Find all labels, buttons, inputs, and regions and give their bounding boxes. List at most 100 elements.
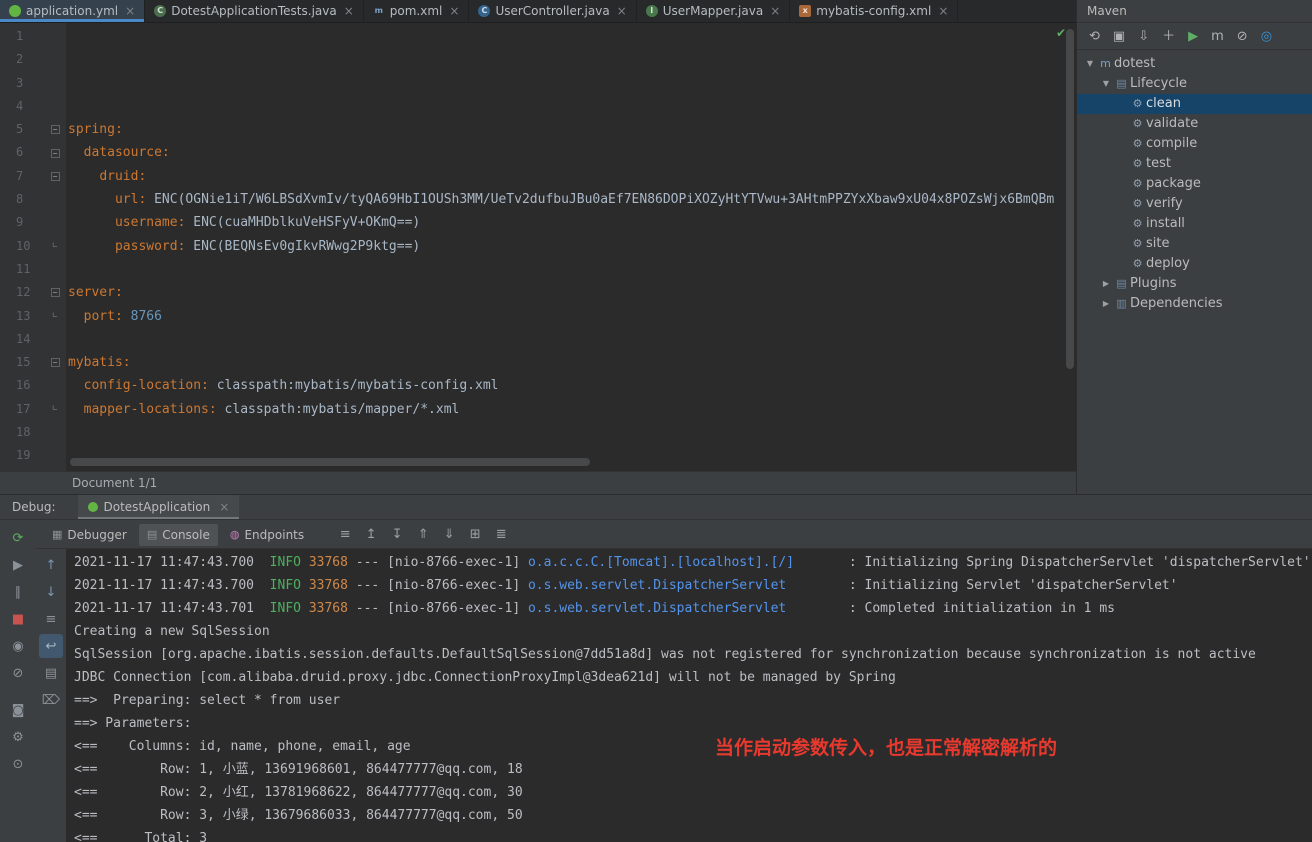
console-output[interactable]: 2021-11-17 11:47:43.700 INFO 33768 --- [… <box>66 549 1312 842</box>
close-tab-icon[interactable]: × <box>449 4 459 18</box>
spring-boot-icon <box>9 5 21 17</box>
move-down-icon[interactable]: ↧ <box>386 527 408 542</box>
maven-goal-test[interactable]: ⚙ test <box>1077 154 1312 174</box>
view-breakpoints-icon[interactable]: ◉ <box>6 634 30 658</box>
fold-collapse-icon[interactable]: − <box>50 148 60 158</box>
move-up-icon[interactable]: ↥ <box>360 527 382 542</box>
debug-tab-console[interactable]: ▤ Console <box>138 523 218 546</box>
inspection-ok-icon[interactable]: ✔ <box>1056 26 1066 40</box>
close-tab-icon[interactable]: × <box>770 4 780 18</box>
generate-sources-icon[interactable]: ▣ <box>1113 30 1125 43</box>
fold-end-icon[interactable]: ∟ <box>52 305 57 328</box>
pause-program-icon[interactable]: ∥ <box>6 580 30 604</box>
grid-layout-icon[interactable]: ⊞ <box>464 527 486 542</box>
refresh-maven-icon[interactable]: ⟲ <box>1089 30 1100 43</box>
code-text: password: ENC(BEQNsEv0gIkvRWwg2P9ktg==) <box>66 235 420 258</box>
editor-lines[interactable]: 1 2 3 4 5− spring: 6− datasource: 7− druid: 8 ur… <box>0 25 1066 471</box>
editor-tab[interactable]: I UserMapper.java × <box>637 0 791 22</box>
code-text: spring: <box>66 118 123 141</box>
editor-tab[interactable]: C UserController.java × <box>469 0 637 22</box>
tree-expand-icon[interactable]: ▼ <box>1099 74 1113 94</box>
line-number: 5 <box>16 122 24 137</box>
maven-goal-deploy[interactable]: ⚙ deploy <box>1077 254 1312 274</box>
tree-expand-icon[interactable]: ▶ <box>1099 294 1113 314</box>
debug-tab-debugger[interactable]: ▦ Debugger <box>44 524 135 546</box>
rerun-debug-icon[interactable]: ⟳ <box>6 526 30 550</box>
editor[interactable]: 1 2 3 4 5− spring: 6− datasource: 7− druid: 8 ur… <box>0 23 1076 494</box>
close-tab-icon[interactable]: × <box>617 4 627 18</box>
maven-settings-icon[interactable]: ◎ <box>1261 30 1272 43</box>
console-segment: INFO <box>269 601 301 616</box>
fold-collapse-icon[interactable]: − <box>50 288 60 298</box>
fold-marker <box>44 72 66 95</box>
editor-tab[interactable]: m pom.xml × <box>364 0 470 22</box>
editor-vertical-scrollbar[interactable] <box>1066 29 1074 369</box>
debug-session-tab[interactable]: DotestApplication × <box>77 495 240 519</box>
fold-marker[interactable]: − <box>44 351 66 374</box>
pin-tab-icon[interactable]: ⊙ <box>6 752 30 776</box>
code-segment: druid: <box>99 168 147 184</box>
tree-expand-icon[interactable]: ▼ <box>1083 54 1097 74</box>
print-console-icon[interactable]: ▤ <box>39 661 63 685</box>
console-segment: <== Row: 1, 小蓝, 13691968601, 864477777@q… <box>74 762 523 777</box>
fold-marker[interactable]: ∟ <box>44 235 66 258</box>
fold-collapse-icon[interactable]: − <box>50 125 60 135</box>
maven-plugins-node[interactable]: ▶ ▤ Plugins <box>1077 274 1312 294</box>
prev-occurrence-icon[interactable]: ↑ <box>39 553 63 577</box>
horizontal-layout-icon[interactable]: ≣ <box>490 527 512 542</box>
fold-collapse-icon[interactable]: − <box>50 171 60 181</box>
maven-goal-install[interactable]: ⚙ install <box>1077 214 1312 234</box>
editor-tab[interactable]: x mybatis-config.xml × <box>790 0 959 22</box>
console-action-strip: ↑ ↓ ≡ ↩ ▤ ⌦ <box>36 549 66 842</box>
download-sources-icon[interactable]: ⇩ <box>1138 30 1149 43</box>
fold-marker[interactable]: − <box>44 281 66 304</box>
fold-marker[interactable]: − <box>44 165 66 188</box>
run-maven-goal-icon[interactable]: m <box>1211 30 1224 43</box>
stop-icon[interactable]: ■ <box>6 607 30 631</box>
scroll-to-end-icon[interactable]: ≡ <box>39 607 63 631</box>
console-segment <box>301 578 309 593</box>
maven-goal-validate[interactable]: ⚙ validate <box>1077 114 1312 134</box>
fold-collapse-icon[interactable]: − <box>50 358 60 368</box>
thread-dump-icon[interactable]: ◙ <box>6 698 30 722</box>
fold-marker[interactable]: − <box>44 141 66 164</box>
layout-options-icon[interactable]: ≡ <box>334 527 356 542</box>
editor-tab[interactable]: application.yml × <box>0 0 146 22</box>
fold-marker[interactable]: ∟ <box>44 398 66 421</box>
close-tab-icon[interactable]: × <box>938 4 948 18</box>
execute-goal-icon[interactable]: ▶ <box>1188 30 1198 43</box>
maven-goal-package[interactable]: ⚙ package <box>1077 174 1312 194</box>
tree-expand-icon[interactable]: ▶ <box>1099 274 1113 294</box>
maven-goal-compile[interactable]: ⚙ compile <box>1077 134 1312 154</box>
soft-wrap-icon[interactable]: ↩ <box>39 634 63 658</box>
fold-marker[interactable]: ∟ <box>44 305 66 328</box>
debug-settings-icon[interactable]: ⚙ <box>6 725 30 749</box>
maven-goal-site[interactable]: ⚙ site <box>1077 234 1312 254</box>
close-session-icon[interactable]: × <box>219 500 229 514</box>
editor-horizontal-scrollbar[interactable] <box>70 458 590 466</box>
fold-marker[interactable]: − <box>44 118 66 141</box>
console-segment: SqlSession [org.apache.ibatis.session.de… <box>74 647 1256 662</box>
console-segment: o.s.web.servlet.DispatcherServlet <box>527 578 787 593</box>
maven-lifecycle-node[interactable]: ▼ ▤ Lifecycle <box>1077 74 1312 94</box>
maven-project-dotest[interactable]: ▼ m dotest <box>1077 54 1312 74</box>
skip-tests-icon[interactable]: ⊘ <box>1237 30 1248 43</box>
add-maven-project-icon[interactable]: ＋ <box>1162 30 1175 43</box>
mute-breakpoints-icon[interactable]: ⊘ <box>6 661 30 685</box>
line-number: 6 <box>16 145 24 160</box>
clear-console-icon[interactable]: ⌦ <box>39 688 63 712</box>
next-occurrence-icon[interactable]: ↓ <box>39 580 63 604</box>
expand-all-icon[interactable]: ⇑ <box>412 527 434 542</box>
fold-end-icon[interactable]: ∟ <box>52 398 57 421</box>
debug-tab-endpoints[interactable]: ◍ Endpoints <box>222 524 312 546</box>
close-tab-icon[interactable]: × <box>125 4 135 18</box>
maven-goal-verify[interactable]: ⚙ verify <box>1077 194 1312 214</box>
maven-dependencies-node[interactable]: ▶ ▥ Dependencies <box>1077 294 1312 314</box>
close-tab-icon[interactable]: × <box>344 4 354 18</box>
resume-program-icon[interactable]: ▶ <box>6 553 30 577</box>
collapse-all-icon[interactable]: ⇓ <box>438 527 460 542</box>
maven-goal-clean[interactable]: ⚙ clean <box>1077 94 1312 114</box>
fold-end-icon[interactable]: ∟ <box>52 235 57 258</box>
editor-tab[interactable]: C DotestApplicationTests.java × <box>145 0 364 22</box>
